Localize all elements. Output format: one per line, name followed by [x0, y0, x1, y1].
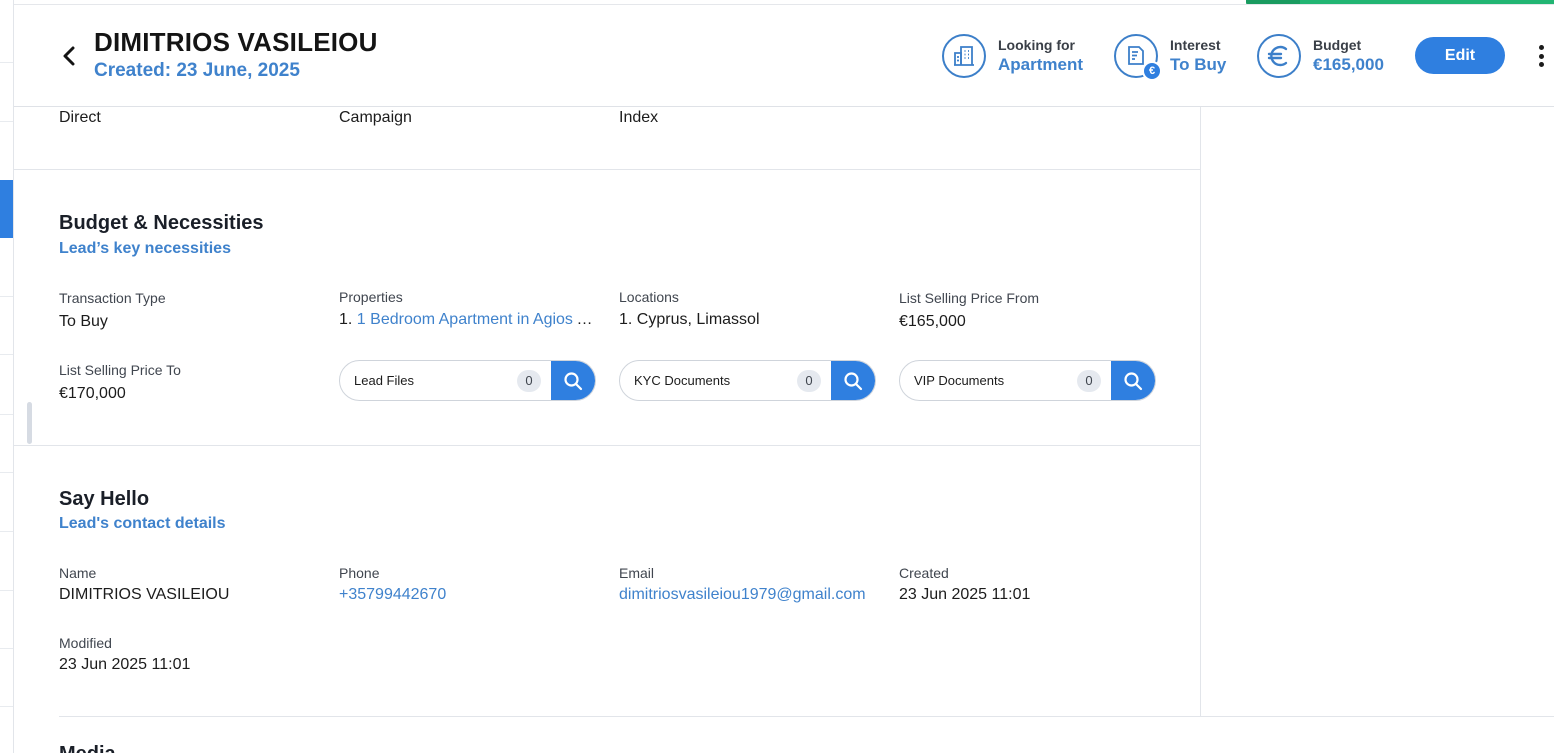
search-button[interactable] [1111, 361, 1155, 400]
kyc-documents-box[interactable]: KYC Documents 0 [619, 360, 876, 401]
field-value: €170,000 [59, 385, 126, 402]
stat-value: €165,000 [1313, 54, 1384, 74]
building-icon [942, 34, 986, 78]
email-link[interactable]: dimitriosvasileiou1979@gmail.com [619, 586, 871, 604]
field-label: Locations [619, 289, 679, 305]
doc-count-badge: 0 [517, 369, 541, 392]
stat-label: Looking for [998, 36, 1075, 53]
field-label: List Selling Price To [59, 362, 181, 378]
created-datetime: 23 Jun 2025 11:01 [899, 586, 1031, 603]
field-value: €165,000 [899, 313, 966, 330]
doc-name: VIP Documents [914, 373, 1005, 388]
vip-documents-box[interactable]: VIP Documents 0 [899, 360, 1156, 401]
field-label: List Selling Price From [899, 290, 1040, 306]
document-euro-icon: € [1114, 34, 1162, 81]
section-title: Budget & Necessities [59, 212, 264, 234]
field-label: Phone [339, 565, 380, 581]
stat-value: Apartment [998, 54, 1084, 74]
lead-name: DIMITRIOS VASILEIOU [94, 27, 378, 57]
source-index: Index [619, 109, 659, 126]
rail-active-item[interactable] [0, 180, 13, 238]
section-title: Say Hello [59, 488, 150, 510]
stat-interest: € Interest To Buy [1114, 33, 1227, 81]
doc-count-badge: 0 [797, 369, 821, 392]
phone-link[interactable]: +35799442670 [339, 586, 599, 604]
field-label: Transaction Type [59, 290, 166, 306]
lead-created-date: Created: 23 June, 2025 [94, 60, 300, 81]
edit-button[interactable]: Edit [1415, 37, 1505, 74]
rail-divider [0, 296, 13, 297]
search-icon [1124, 371, 1143, 390]
search-icon [564, 371, 583, 390]
field-label: Created [899, 565, 949, 581]
stat-looking-for: Looking for Apartment [942, 33, 1083, 79]
section-subtitle: Lead's contact details [59, 515, 226, 532]
euro-icon [1257, 34, 1301, 78]
rail-divider [0, 472, 13, 473]
section-divider [14, 445, 1200, 446]
source-direct: Direct [59, 109, 101, 126]
stat-budget: Budget €165,000 [1257, 33, 1384, 79]
stat-label: Budget [1313, 36, 1362, 53]
rail-divider [0, 590, 13, 591]
search-button[interactable] [831, 361, 875, 400]
left-rail [0, 0, 14, 753]
rail-divider [0, 354, 13, 355]
contact-name: DIMITRIOS VASILEIOU [59, 586, 230, 603]
field-label: Name [59, 565, 97, 581]
property-link[interactable]: 1 Bedroom Apartment in Agios Athanasios [357, 311, 593, 328]
lead-header: DIMITRIOS VASILEIOU Created: 23 June, 20… [14, 4, 1554, 107]
field-label: Modified [59, 635, 112, 651]
back-button[interactable] [58, 43, 80, 69]
search-icon [844, 371, 863, 390]
doc-name: Lead Files [354, 373, 414, 388]
right-panel-divider [1200, 107, 1201, 716]
doc-name: KYC Documents [634, 373, 731, 388]
rail-divider [0, 121, 13, 122]
section-divider [14, 169, 1200, 170]
source-campaign: Campaign [339, 109, 412, 126]
section-subtitle: Lead’s key necessities [59, 240, 231, 257]
doc-count-badge: 0 [1077, 369, 1101, 392]
rail-divider [0, 62, 13, 63]
section-title: Media [59, 741, 116, 753]
scroll-handle[interactable] [27, 402, 32, 444]
rail-divider [0, 648, 13, 649]
stat-value: To Buy [1170, 54, 1227, 74]
field-value: 1. Cyprus, Limassol [619, 311, 760, 328]
field-value: To Buy [59, 313, 108, 330]
euro-badge-icon: € [1142, 61, 1162, 81]
rail-divider [0, 531, 13, 532]
field-label: Email [619, 565, 655, 581]
stat-label: Interest [1170, 36, 1221, 53]
rail-divider [0, 414, 13, 415]
field-label: Properties [339, 289, 403, 305]
property-index: 1. [339, 311, 353, 328]
section-divider [59, 716, 1554, 717]
lead-files-box[interactable]: Lead Files 0 [339, 360, 596, 401]
chevron-left-icon [63, 46, 75, 66]
property-item: 1. 1 Bedroom Apartment in Agios Athanasi… [339, 311, 593, 329]
more-options-icon[interactable] [1535, 41, 1547, 71]
rail-divider [0, 706, 13, 707]
search-button[interactable] [551, 361, 595, 400]
modified-datetime: 23 Jun 2025 11:01 [59, 656, 191, 673]
